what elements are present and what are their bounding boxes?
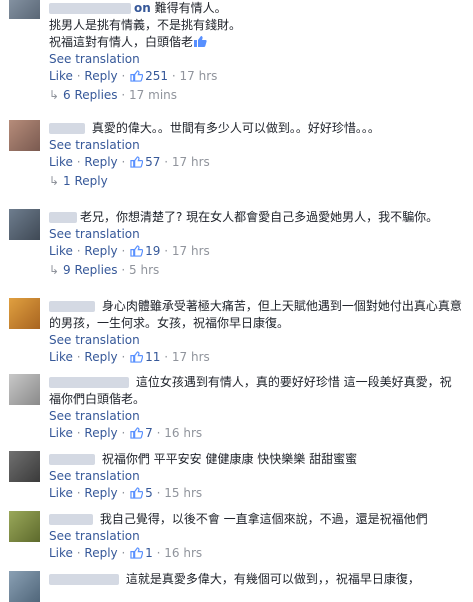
comment-timestamp[interactable]: 16 hrs <box>164 546 202 560</box>
like-link[interactable]: Like <box>49 426 73 440</box>
like-count-icon <box>130 245 144 257</box>
like-count-icon <box>130 427 144 439</box>
view-replies-link[interactable]: ↳ 6 Replies · 17 mins <box>49 86 467 104</box>
comment-text-line: 真愛的偉大。。世間有多少人可以做到。。好好珍惜。。。 <box>49 120 467 137</box>
commenter-name[interactable] <box>49 574 119 585</box>
comment-timestamp[interactable]: 17 hrs <box>172 350 210 364</box>
comment-text-line: on 難得有情人。 <box>49 0 467 17</box>
avatar[interactable] <box>9 0 40 19</box>
comment-actions: Like · Reply · 11 · 17 hrs <box>49 350 210 364</box>
like-link[interactable]: Like <box>49 69 73 83</box>
reply-arrow-icon: ↳ <box>49 88 60 102</box>
reply-link[interactable]: Reply <box>84 546 117 560</box>
see-translation-link[interactable]: See translation <box>49 468 467 484</box>
comment-actions: Like · Reply · 19 · 17 hrs <box>49 244 210 258</box>
comment-actions: Like · Reply · 57 · 17 hrs <box>49 155 210 169</box>
avatar[interactable] <box>9 374 40 405</box>
avatar[interactable] <box>9 209 40 240</box>
reply-link[interactable]: Reply <box>84 350 117 364</box>
reply-arrow-icon: ↳ <box>49 263 60 277</box>
see-translation-link[interactable]: See translation <box>49 51 467 67</box>
comment-timestamp[interactable]: 17 hrs <box>172 244 210 258</box>
comment-text-line: 這就是真愛多偉大，有幾個可以做到，，祝福早日康復， <box>49 571 467 588</box>
comment-text-line: 祝福這對有情人，白頭偕老 <box>49 34 467 51</box>
comment-text-line: 福你們白頭偕老。 <box>49 392 146 406</box>
reply-arrow-icon: ↳ <box>49 174 60 188</box>
comment-timestamp[interactable]: 17 hrs <box>172 155 210 169</box>
view-replies-link[interactable]: ↳ 9 Replies · 5 hrs <box>49 261 467 279</box>
commenter-name[interactable] <box>49 377 129 388</box>
like-count-icon <box>130 351 144 363</box>
commenter-name[interactable] <box>49 301 95 312</box>
reply-link[interactable]: Reply <box>84 155 117 169</box>
like-count-icon <box>130 547 144 559</box>
like-count[interactable]: 11 <box>145 350 160 364</box>
like-link[interactable]: Like <box>49 350 73 364</box>
reply-link[interactable]: Reply <box>84 486 117 500</box>
like-count-icon <box>130 70 144 82</box>
like-count[interactable]: 7 <box>145 426 153 440</box>
avatar[interactable] <box>9 298 40 329</box>
reply-link[interactable]: Reply <box>84 426 117 440</box>
commenter-name[interactable] <box>49 514 93 525</box>
comment-text-line: 的男孩，一生何求。女孩，祝福你早日康復。 <box>49 316 290 330</box>
like-count[interactable]: 57 <box>145 155 160 169</box>
see-translation-link[interactable]: See translation <box>49 332 467 348</box>
comment-text-line: 這位女孩遇到有情人，真的要好好珍惜 這一段美好真愛，祝 <box>49 374 467 391</box>
like-link[interactable]: Like <box>49 546 73 560</box>
comment-actions: Like · Reply · 251 · 17 hrs <box>49 69 218 83</box>
comment-timestamp[interactable]: 17 hrs <box>180 69 218 83</box>
thumbs-up-emoji-icon <box>194 36 207 47</box>
avatar[interactable] <box>9 571 40 602</box>
like-count[interactable]: 19 <box>145 244 160 258</box>
replies-timestamp: 17 mins <box>129 88 178 102</box>
commenter-name[interactable] <box>49 3 131 14</box>
view-replies-link[interactable]: ↳ 1 Reply <box>49 172 467 190</box>
comment-actions: Like · Reply · 7 · 16 hrs <box>49 426 203 440</box>
comment-actions: Like · Reply · 5 · 15 hrs <box>49 486 203 500</box>
see-translation-link[interactable]: See translation <box>49 528 467 544</box>
commenter-name-suffix[interactable]: on <box>134 1 151 15</box>
see-translation-link[interactable]: See translation <box>49 408 467 424</box>
commenter-name[interactable] <box>49 123 85 134</box>
comment-timestamp[interactable]: 15 hrs <box>164 486 202 500</box>
comment-timestamp[interactable]: 16 hrs <box>164 426 202 440</box>
like-count-icon <box>130 487 144 499</box>
avatar[interactable] <box>9 511 40 542</box>
comment-text-line: 挑男人是挑有情義，不是挑有錢財。 <box>49 18 242 32</box>
see-translation-link[interactable]: See translation <box>49 137 467 153</box>
commenter-name[interactable] <box>49 454 95 465</box>
reply-link[interactable]: Reply <box>84 244 117 258</box>
like-link[interactable]: Like <box>49 155 73 169</box>
comment-text-line: 我自己覺得，以後不會 一直拿這個來說，不過，還是祝福他們 <box>49 511 467 528</box>
like-count-icon <box>130 156 144 168</box>
like-count[interactable]: 1 <box>145 546 153 560</box>
commenter-name[interactable] <box>49 212 77 223</box>
reply-link[interactable]: Reply <box>84 69 117 83</box>
like-count[interactable]: 251 <box>145 69 168 83</box>
avatar[interactable] <box>9 120 40 151</box>
comment-text-line: 身心肉體雖承受著極大痛苦，但上天賦他遇到一個對她付出真心真意 <box>49 298 467 315</box>
see-translation-link[interactable]: See translation <box>49 226 467 242</box>
replies-timestamp: 5 hrs <box>129 263 160 277</box>
avatar[interactable] <box>9 451 40 482</box>
comment-actions: Like · Reply · 1 · 16 hrs <box>49 546 203 560</box>
like-count[interactable]: 5 <box>145 486 153 500</box>
like-link[interactable]: Like <box>49 244 73 258</box>
like-link[interactable]: Like <box>49 486 73 500</box>
comment-text-line: 老兄，你想清楚了? 現在女人都會愛自己多過愛她男人，我不騙你。 <box>49 209 467 226</box>
comment-text-line: 祝福你們 平平安安 健健康康 快快樂樂 甜甜蜜蜜 <box>49 451 467 468</box>
